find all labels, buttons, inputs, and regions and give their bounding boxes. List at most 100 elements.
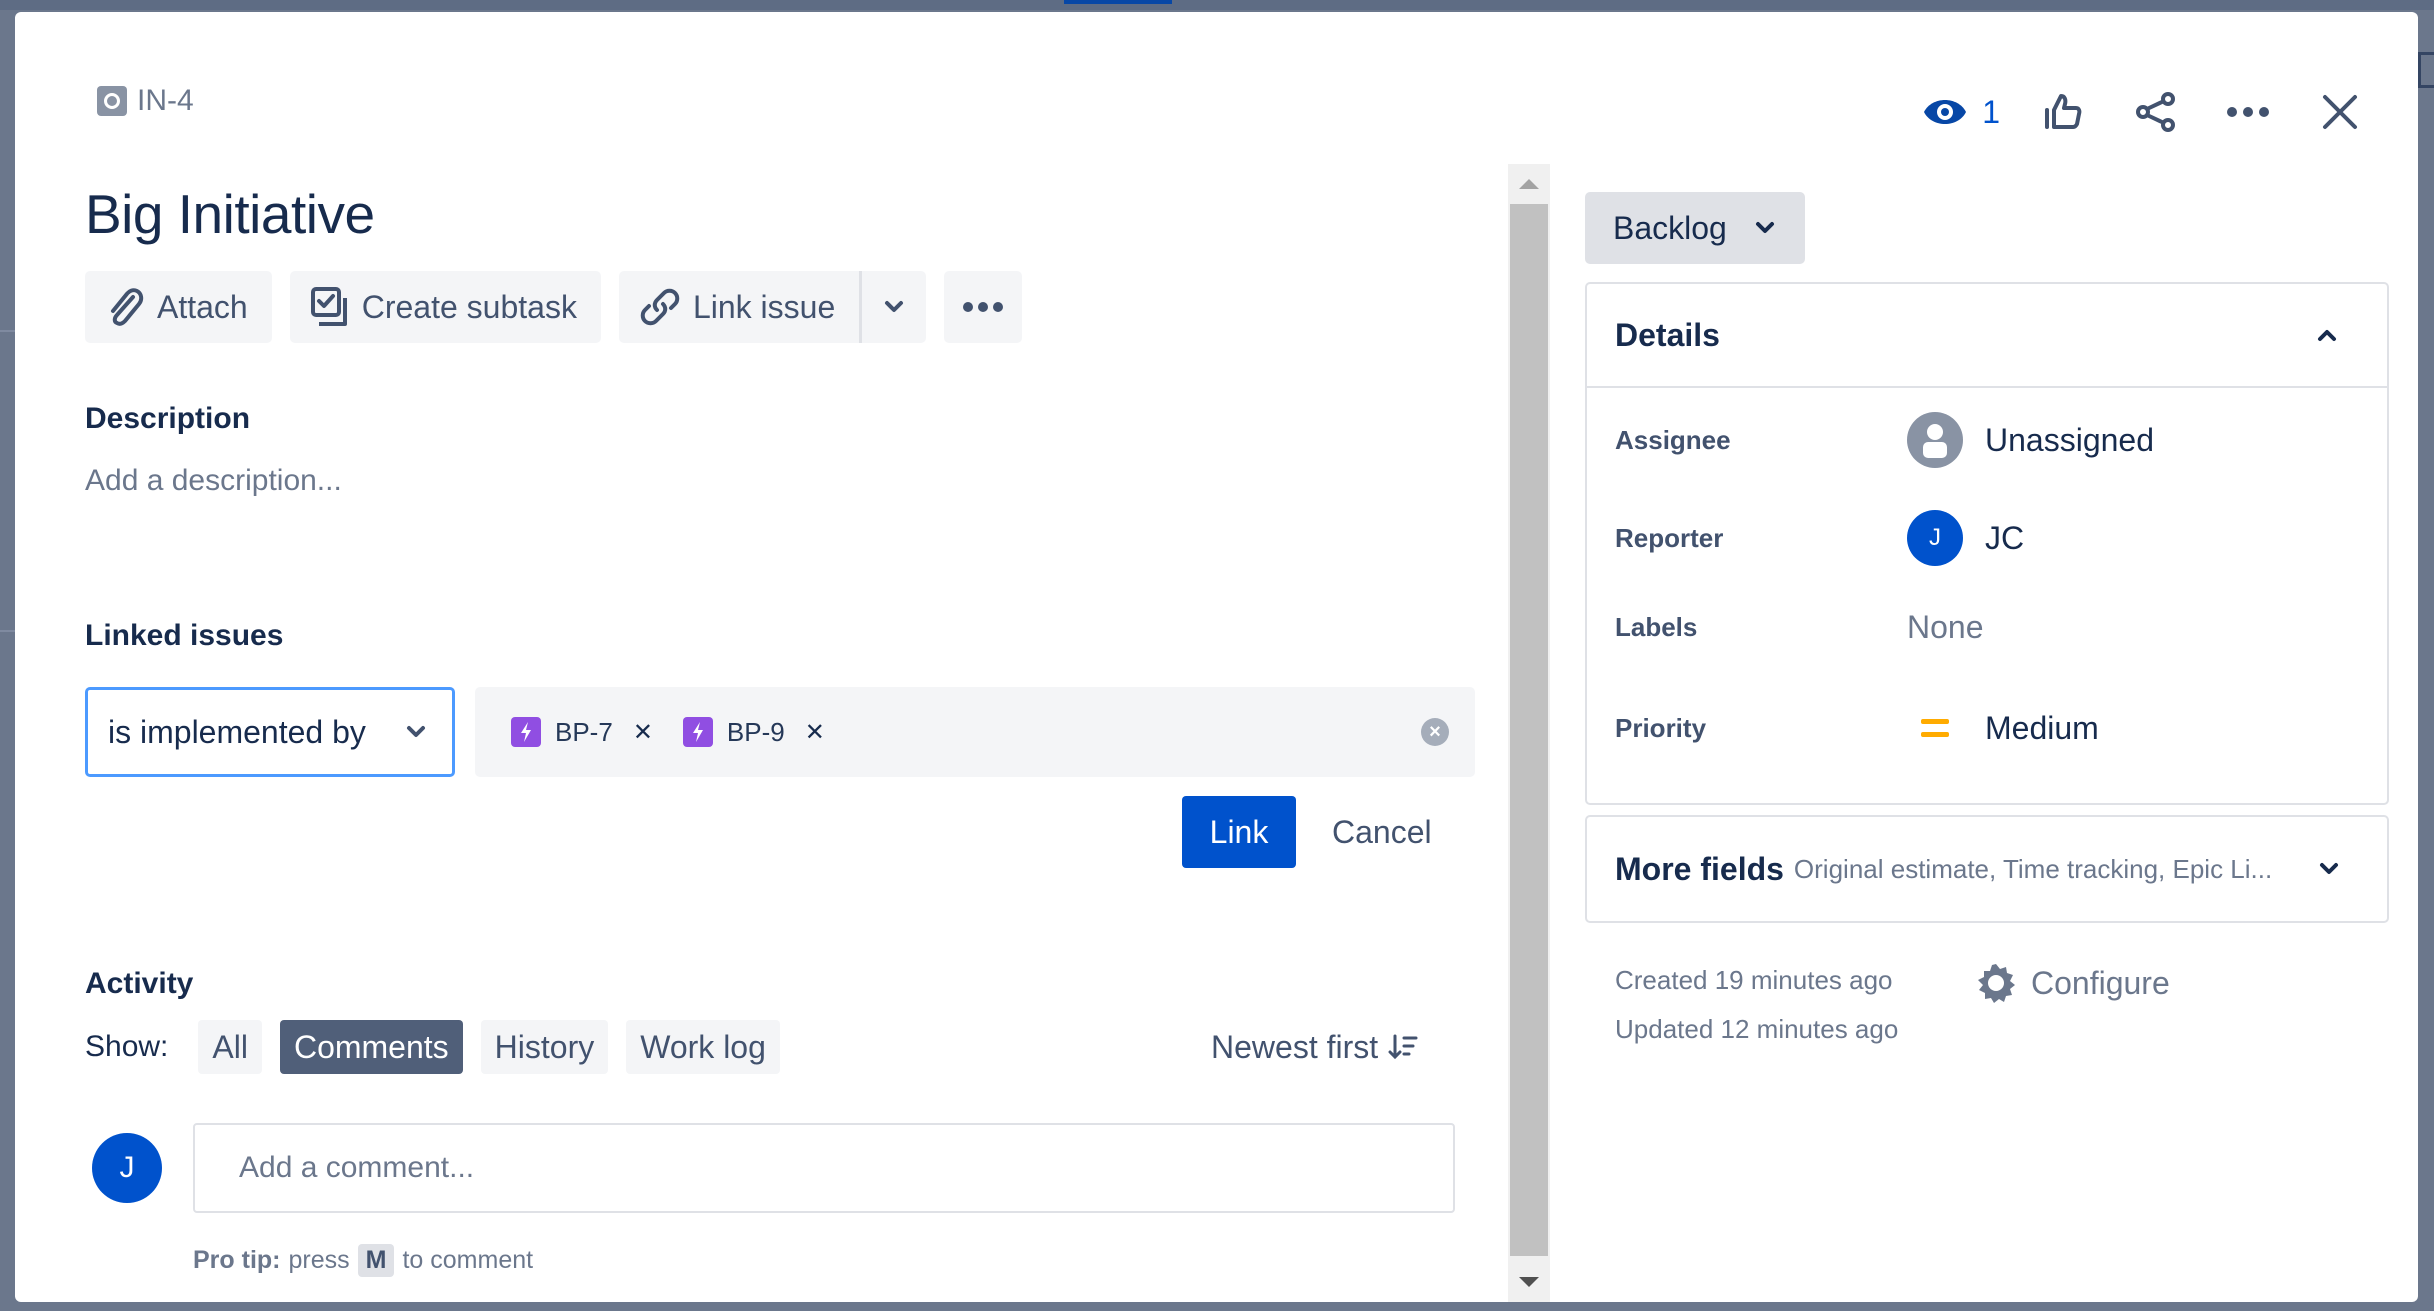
- more-actions-button[interactable]: [2220, 84, 2276, 140]
- link-issue-button-group: Link issue: [618, 271, 927, 343]
- clear-all-icon[interactable]: ×: [1421, 718, 1449, 746]
- issue-key[interactable]: IN-4: [137, 84, 194, 118]
- filter-comments[interactable]: Comments: [279, 1020, 463, 1074]
- scroll-down-arrow[interactable]: [1508, 1262, 1550, 1302]
- issue-picker-input[interactable]: BP-7 ✕ BP-9 ✕ ×: [475, 687, 1475, 777]
- initiative-icon: [97, 86, 127, 116]
- remove-chip-icon[interactable]: ✕: [805, 718, 825, 747]
- reporter-value[interactable]: J JC: [1907, 510, 2024, 566]
- status-dropdown[interactable]: Backlog: [1585, 192, 1805, 264]
- vote-button[interactable]: [2036, 84, 2092, 140]
- selected-issue-chip: BP-9 ✕: [682, 716, 825, 748]
- close-button[interactable]: [2312, 84, 2368, 140]
- share-icon: [2136, 92, 2175, 132]
- field-reporter: Reporter J JC: [1615, 510, 2365, 566]
- activity-heading: Activity: [85, 967, 194, 1000]
- comment-input[interactable]: [193, 1123, 1455, 1213]
- priority-name: Medium: [1985, 709, 2099, 746]
- link-type-select[interactable]: is implemented by: [85, 687, 455, 777]
- filter-all[interactable]: All: [198, 1020, 262, 1074]
- background-divider: [0, 330, 15, 332]
- linked-issues-heading: Linked issues: [85, 619, 284, 652]
- eye-icon: [1924, 100, 1967, 124]
- description-heading: Description: [85, 402, 251, 435]
- field-label: Reporter: [1615, 522, 1724, 553]
- thumbs-up-icon: [2045, 94, 2082, 129]
- subtask-icon: [310, 287, 347, 326]
- cancel-button[interactable]: Cancel: [1320, 796, 1444, 868]
- created-timestamp: Created 19 minutes ago: [1615, 965, 1893, 995]
- watch-count: 1: [1982, 93, 2000, 130]
- field-label: Priority: [1615, 712, 1707, 743]
- link-issue-dropdown[interactable]: [859, 271, 927, 343]
- background-page-element: [2418, 52, 2434, 88]
- create-subtask-label: Create subtask: [361, 288, 577, 325]
- share-button[interactable]: [2128, 84, 2184, 140]
- sort-order-button[interactable]: Newest first: [1211, 1020, 1418, 1074]
- story-icon: [682, 717, 713, 747]
- gear-icon: [1978, 964, 2015, 1003]
- attach-label: Attach: [157, 288, 248, 325]
- reporter-name: JC: [1985, 519, 2025, 556]
- labels-value[interactable]: None: [1907, 609, 1984, 646]
- field-assignee: Assignee Unassigned: [1615, 412, 2365, 468]
- issue-action-bar: Attach Create subtask Link issue: [85, 271, 1023, 343]
- pro-tip-rest: to comment: [402, 1246, 534, 1274]
- priority-medium-icon: [1921, 719, 1949, 737]
- chip-issue-key: BP-7: [555, 716, 613, 747]
- unassigned-avatar-icon: [1907, 412, 1963, 468]
- chevron-down-icon: [2320, 863, 2338, 874]
- watch-button[interactable]: 1: [1922, 84, 2000, 140]
- link-icon: [640, 288, 680, 326]
- chevron-down-icon: [1755, 222, 1774, 233]
- field-label: Labels: [1615, 612, 1698, 642]
- scroll-up-arrow[interactable]: [1508, 164, 1550, 204]
- link-button[interactable]: Link: [1182, 796, 1296, 868]
- remove-chip-icon[interactable]: ✕: [633, 718, 653, 747]
- more-issue-actions-button[interactable]: [944, 271, 1023, 343]
- more-fields-summary: Original estimate, Time tracking, Epic L…: [1793, 853, 2273, 884]
- current-user-avatar: J: [92, 1133, 162, 1203]
- more-icon: [963, 302, 1004, 312]
- configure-button[interactable]: Configure: [1975, 962, 2170, 1004]
- issue-breadcrumb[interactable]: IN-4: [97, 84, 194, 118]
- pro-tip-label: Pro tip:: [193, 1246, 281, 1274]
- triangle-up-icon: [1519, 179, 1539, 189]
- field-label: Assignee: [1615, 424, 1731, 455]
- pro-tip: Pro tip: press M to comment: [193, 1244, 533, 1277]
- close-icon: [2323, 95, 2357, 129]
- link-issue-button[interactable]: Link issue: [618, 271, 860, 343]
- sort-descending-icon: [1388, 1034, 1418, 1060]
- pro-tip-press: press: [288, 1246, 350, 1274]
- issue-title[interactable]: Big Initiative: [85, 182, 375, 246]
- show-label: Show:: [85, 1030, 169, 1063]
- more-fields-heading: More fields: [1615, 850, 1784, 887]
- description-field[interactable]: Add a description...: [85, 464, 342, 498]
- field-priority: Priority Medium: [1615, 708, 2365, 748]
- link-type-value: is implemented by: [108, 713, 366, 750]
- more-fields-toggle[interactable]: More fields Original estimate, Time trac…: [1585, 815, 2389, 923]
- configure-label: Configure: [2031, 964, 2170, 1001]
- sort-label: Newest first: [1211, 1028, 1379, 1065]
- filter-work-log[interactable]: Work log: [626, 1020, 780, 1074]
- background-divider: [0, 630, 15, 632]
- create-subtask-button[interactable]: Create subtask: [289, 271, 601, 343]
- attach-button[interactable]: Attach: [85, 271, 272, 343]
- reporter-avatar: J: [1907, 510, 1963, 566]
- filter-history[interactable]: History: [480, 1020, 609, 1074]
- details-toggle[interactable]: Details: [1587, 284, 2387, 388]
- header-actions: 1: [1886, 84, 2368, 140]
- paperclip-icon: [111, 288, 144, 326]
- story-icon: [511, 717, 541, 747]
- assignee-value[interactable]: Unassigned: [1907, 412, 2154, 468]
- chevron-up-icon: [2318, 330, 2336, 341]
- keyboard-shortcut-key: M: [357, 1244, 395, 1277]
- vertical-scrollbar[interactable]: [1508, 164, 1550, 1302]
- scrollbar-thumb[interactable]: [1510, 204, 1548, 1256]
- triangle-down-icon: [1519, 1277, 1539, 1287]
- selected-issue-chip: BP-7 ✕: [511, 717, 653, 748]
- field-labels: Labels None: [1615, 609, 2365, 646]
- activity-filter-bar: Show: All Comments History Work log: [85, 1020, 780, 1074]
- priority-value[interactable]: Medium: [1907, 708, 2099, 748]
- chip-issue-key: BP-9: [726, 716, 785, 747]
